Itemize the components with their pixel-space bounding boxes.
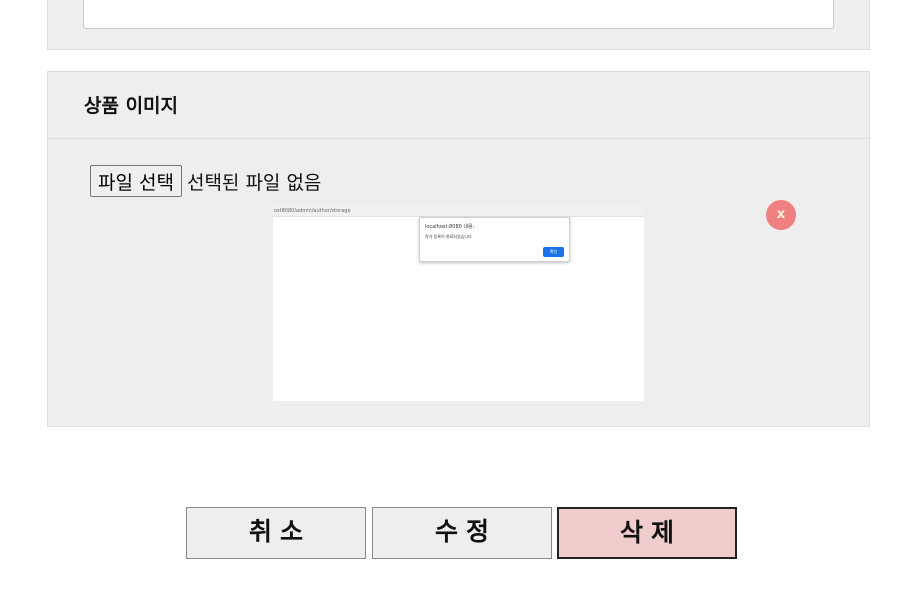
preview-url-bar: ost8080/admin/author/storage xyxy=(273,206,644,217)
file-status-text: 선택된 파일 없음 xyxy=(186,171,322,194)
cancel-button[interactable]: 취소 xyxy=(186,507,366,559)
remove-image-button[interactable]: x xyxy=(766,200,796,230)
preview-dialog-message: 작가 등록이 완료되었습니다 xyxy=(425,234,472,239)
image-preview: ost8080/admin/author/storage localhost:8… xyxy=(273,206,644,401)
previous-section-panel xyxy=(47,0,870,50)
preview-dialog-button: 확인 xyxy=(543,247,564,257)
preview-alert-dialog: localhost:8080 내용: 작가 등록이 완료되었습니다 확인 xyxy=(419,217,570,262)
edit-button[interactable]: 수정 xyxy=(372,507,552,559)
product-image-panel: 상품 이미지 파일 선택 선택된 파일 없음 ost8080/admin/aut… xyxy=(47,71,870,427)
preview-dialog-title: localhost:8080 내용: xyxy=(425,224,475,230)
product-image-title: 상품 이미지 xyxy=(84,95,179,117)
file-input[interactable]: 파일 선택 선택된 파일 없음 xyxy=(90,165,321,197)
product-image-header: 상품 이미지 xyxy=(48,72,869,139)
delete-button[interactable]: 삭제 xyxy=(557,507,737,559)
previous-section-textarea[interactable] xyxy=(83,0,834,29)
form-actions: 취소 수정 삭제 xyxy=(186,507,737,559)
choose-file-button[interactable]: 파일 선택 xyxy=(90,165,182,197)
